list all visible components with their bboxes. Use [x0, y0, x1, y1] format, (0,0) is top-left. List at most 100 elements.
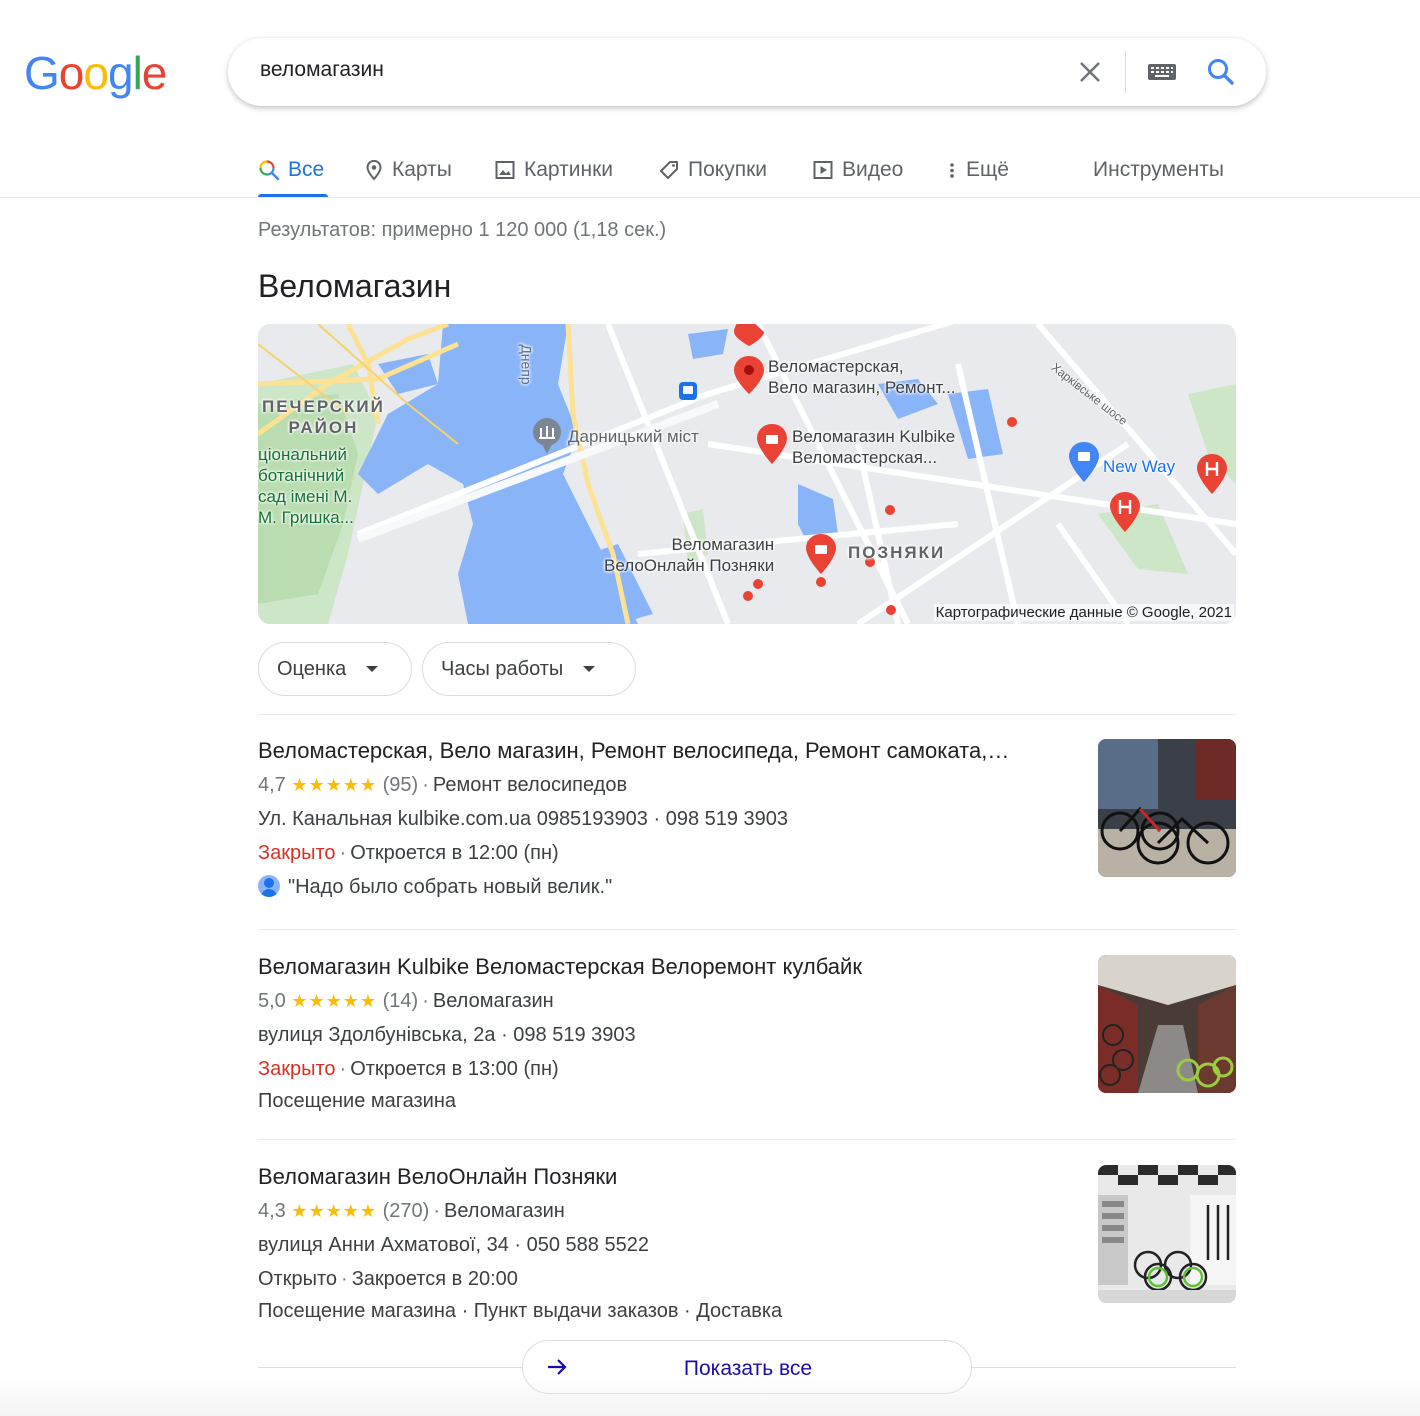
result-address: Ул. Канальная kulbike.com.ua 0985193903 … [258, 808, 789, 830]
tab-video[interactable]: Видео [812, 150, 903, 190]
local-result-2[interactable]: Веломагазин Kulbike Веломастерская Велор… [258, 954, 1236, 1120]
separator-dot: · [341, 1268, 348, 1290]
result-title[interactable]: Веломагазин ВелоОнлайн Позняки [258, 1164, 1078, 1194]
result-rating-line: 4,3 ★★★★★ (270) · Веломагазин [258, 1194, 1236, 1228]
separator-dot: · [339, 842, 347, 864]
result-address: вулиця Здолбунівська, 2а · 098 519 3903 [258, 1024, 636, 1046]
map-label-shop1[interactable]: Веломастерская, Вело магазин, Ремонт... [768, 356, 956, 398]
list-divider [258, 1139, 1236, 1140]
result-service: Посещение магазина [258, 1090, 457, 1112]
tab-label: Карты [392, 158, 452, 181]
status-open: Открыто [258, 1268, 338, 1290]
review-text: "Надо было собрать новый велик." [288, 876, 613, 898]
result-title[interactable]: Веломастерская, Вело магазин, Ремонт вел… [258, 738, 1078, 768]
rating-value: 4,7 [258, 774, 286, 796]
map-attribution: Картографические данные © Google, 2021 [933, 604, 1234, 621]
tab-maps[interactable]: Карты [364, 150, 452, 190]
bike-shop-photo [1098, 739, 1236, 877]
tab-images[interactable]: Картинки [494, 150, 613, 190]
review-count[interactable]: (270) [383, 1200, 430, 1222]
rating-value: 4,3 [258, 1200, 286, 1222]
close-icon[interactable] [1074, 56, 1106, 88]
filter-label: Часы работы [441, 657, 564, 680]
map-canvas [258, 324, 1236, 624]
tools-label: Инструменты [1093, 158, 1224, 181]
list-divider [258, 929, 1236, 930]
review-count[interactable]: (14) [383, 990, 419, 1012]
tab-label: Покупки [688, 158, 767, 181]
result-category: Веломагазин [444, 1200, 565, 1222]
map-label-garden: ціональний ботанічний сад імені М. М. Гр… [258, 445, 354, 527]
logo-letter: l [132, 47, 143, 99]
list-divider [258, 714, 1236, 715]
logo-letter: e [141, 47, 168, 99]
map-label-shop2[interactable]: Веломагазин Kulbike Веломастерская... [792, 426, 955, 468]
image-icon [495, 161, 515, 179]
logo-letter: G [24, 47, 60, 99]
logo-letter: o [83, 47, 109, 99]
map-label-poznyaky: ПОЗНЯКИ [848, 543, 946, 562]
filter-rating[interactable]: Оценка [258, 642, 412, 696]
local-result-1[interactable]: Веломастерская, Вело магазин, Ремонт вел… [258, 738, 1236, 904]
logo-letter: g [107, 47, 134, 99]
tab-all[interactable]: Все [258, 150, 324, 190]
bike-shop-interior-photo [1098, 955, 1236, 1093]
map-label-pechersk: ПЕЧЕРСКИЙ РАЙОН [262, 397, 385, 437]
result-category: Ремонт велосипедов [432, 774, 628, 796]
map-label-shop3[interactable]: Веломагазин ВелоОнлайн Позняки [604, 534, 774, 576]
search-separator [1125, 50, 1126, 94]
result-address: вулиця Анни Ахматової, 34 · 050 588 5522 [258, 1234, 649, 1256]
star-rating-icon: ★★★★★ [291, 775, 378, 795]
dropdown-arrow-icon [366, 666, 379, 672]
tab-label: Все [288, 158, 325, 181]
result-title[interactable]: Веломагазин Kulbike Веломастерская Велор… [258, 954, 1078, 984]
result-thumbnail[interactable] [1098, 955, 1236, 1093]
header-divider [0, 197, 1420, 198]
search-multicolor-icon [259, 160, 280, 181]
search-tabs: Все Карты Картинки Покупки Видео Ещё Инс… [258, 146, 1238, 198]
result-hours: Закрыто · Откроется в 12:00 (пн) [258, 836, 1236, 870]
tab-shopping[interactable]: Покупки [658, 150, 767, 190]
local-map[interactable]: ПЕЧЕРСКИЙ РАЙОН ціональний ботанічний са… [258, 324, 1236, 624]
status-closed: Закрыто [258, 842, 336, 864]
local-pack-title: Веломагазин [258, 268, 452, 304]
avatar [258, 875, 280, 897]
separator-dot: · [422, 990, 429, 1012]
rating-value: 5,0 [258, 990, 286, 1012]
search-icon[interactable] [1205, 56, 1237, 88]
result-category: Веломагазин [432, 990, 554, 1012]
opening-hours: Откроется в 13:00 (пн) [350, 1058, 559, 1080]
play-icon [813, 161, 833, 179]
filter-hours[interactable]: Часы работы [422, 642, 636, 696]
local-result-3[interactable]: Веломагазин ВелоОнлайн Позняки 4,3 ★★★★★… [258, 1164, 1236, 1330]
search-box[interactable]: веломагазин [228, 38, 1266, 106]
filter-label: Оценка [277, 657, 347, 680]
tab-label: Ещё [966, 158, 1009, 181]
tab-more[interactable]: Ещё [946, 150, 1009, 190]
tools-button[interactable]: Инструменты [1093, 150, 1224, 190]
opening-hours: Закроется в 20:00 [351, 1268, 518, 1290]
bike-showroom-photo [1098, 1165, 1236, 1303]
separator-dot: · [422, 774, 429, 796]
result-thumbnail[interactable] [1098, 1165, 1236, 1303]
opening-hours: Откроется в 12:00 (пн) [350, 842, 559, 864]
result-review-snippet: "Надо было собрать новый велик." [258, 870, 1236, 904]
logo-letter: o [58, 47, 85, 99]
bottom-fade [0, 1376, 1420, 1416]
result-service: Посещение магазина · Пункт выдачи заказо… [258, 1300, 783, 1322]
separator-dot: · [339, 1058, 347, 1080]
keyboard-icon[interactable] [1147, 62, 1177, 82]
tag-icon [660, 161, 678, 179]
google-logo[interactable]: Google [24, 47, 168, 99]
review-count[interactable]: (95) [383, 774, 419, 796]
result-hours: Закрыто · Откроется в 13:00 (пн) [258, 1052, 1236, 1086]
result-thumbnail[interactable] [1098, 739, 1236, 877]
result-rating-line: 5,0 ★★★★★ (14) · Веломагазин [258, 984, 1236, 1018]
tab-label: Картинки [524, 158, 613, 181]
result-stats: Результатов: примерно 1 120 000 (1,18 се… [258, 219, 667, 241]
star-rating-icon: ★★★★★ [291, 1201, 378, 1221]
search-input[interactable]: веломагазин [260, 58, 384, 82]
separator-dot: · [433, 1200, 440, 1222]
map-label-newway[interactable]: New Way [1103, 456, 1175, 477]
dropdown-arrow-icon [583, 666, 596, 672]
